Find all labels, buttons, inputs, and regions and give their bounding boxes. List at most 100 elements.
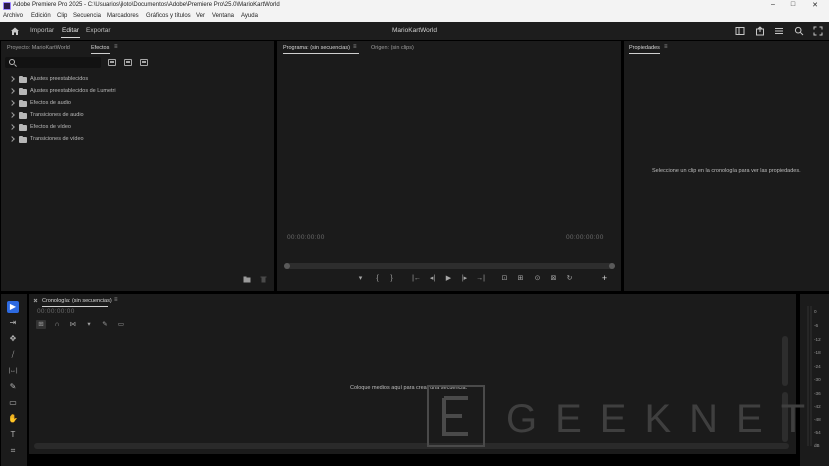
properties-tab-underline [629, 53, 660, 54]
tree-item[interactable]: Transiciones de audio [9, 111, 260, 121]
effects-tab-underline [91, 53, 110, 54]
effects-panel-menu-icon[interactable]: ≡ [114, 44, 118, 50]
snap-icon[interactable]: ∩ [52, 320, 62, 329]
tab-effects[interactable]: Efectos [91, 45, 109, 51]
fullscreen-icon[interactable] [813, 26, 823, 36]
chevron-right-icon[interactable] [9, 100, 15, 106]
tab-properties[interactable]: Propiedades [629, 45, 660, 51]
menu-marcadores[interactable]: Marcadores [107, 13, 139, 19]
yuv-effects-icon[interactable] [140, 59, 148, 66]
close-icon[interactable]: ✕ [808, 1, 822, 9]
menu-ventana[interactable]: Ventana [212, 13, 234, 19]
tree-item-label: Efectos de vídeo [30, 124, 71, 130]
mark-out-icon[interactable]: } [387, 274, 396, 283]
export-frame-icon[interactable]: ⊙ [533, 274, 542, 283]
mark-in-icon[interactable]: { [373, 274, 382, 283]
search-icon [9, 59, 15, 65]
menu-edicion[interactable]: Edición [31, 13, 51, 19]
watermark-text: GEEKNETIC [506, 397, 826, 441]
meter-label: 0 [814, 309, 817, 314]
minimize-icon[interactable]: – [766, 1, 780, 8]
workspace-layout-icon[interactable] [735, 26, 745, 36]
caption-tool-icon[interactable]: ⌗ [7, 445, 19, 457]
workspaces-menu-icon[interactable] [774, 26, 784, 36]
chevron-right-icon[interactable] [9, 124, 15, 130]
menu-archivo[interactable]: Archivo [3, 13, 23, 19]
button-editor-icon[interactable]: + [600, 274, 609, 283]
tab-project[interactable]: Proyecto: MarioKartWorld [7, 45, 70, 51]
chevron-right-icon[interactable] [9, 136, 15, 142]
extract-icon[interactable]: ⊞ [516, 274, 525, 283]
step-forward-icon[interactable]: |▸ [460, 274, 469, 283]
tab-timeline[interactable]: Cronología: (sin secuencias) [42, 298, 112, 304]
tree-item[interactable]: Transiciones de vídeo [9, 135, 260, 145]
project-title: MarioKartWorld [391, 27, 438, 34]
timeline-timecode[interactable]: 00:00:00:00 [37, 308, 75, 315]
effects-search-input[interactable] [5, 57, 101, 68]
program-scrubber[interactable] [284, 263, 615, 269]
menu-ayuda[interactable]: Ayuda [241, 13, 258, 19]
loop-icon[interactable]: ↻ [565, 274, 574, 283]
chevron-right-icon[interactable] [9, 76, 15, 82]
folder-icon [19, 76, 27, 83]
search-icon[interactable] [794, 26, 804, 36]
menu-ver[interactable]: Ver [196, 13, 205, 19]
add-marker-icon[interactable]: ▾ [356, 274, 365, 283]
timeline-tab-underline [42, 306, 108, 307]
tree-item-label: Transiciones de vídeo [30, 136, 84, 142]
chevron-right-icon[interactable] [9, 88, 15, 94]
new-bin-icon[interactable] [243, 276, 251, 283]
rectangle-tool-icon[interactable]: ▭ [7, 397, 19, 409]
playhead-timecode[interactable]: 00:00:00:00 [287, 234, 325, 241]
tree-item[interactable]: Ajustes preestablecidos [9, 75, 260, 85]
selection-tool-icon[interactable]: ▶ [7, 301, 19, 313]
tab-source[interactable]: Origen: (sin clips) [371, 45, 414, 51]
hand-tool-icon[interactable]: ✋ [7, 413, 19, 425]
properties-panel: Propiedades ≡ [624, 41, 829, 291]
maximize-icon[interactable]: □ [786, 1, 800, 8]
program-menu-icon[interactable]: ≡ [353, 44, 357, 50]
menu-graficos[interactable]: Gráficos y títulos [146, 13, 191, 19]
properties-empty-message: Seleccione un clip en la cronología para… [652, 168, 801, 174]
tree-item[interactable]: Efectos de audio [9, 99, 260, 109]
type-tool-icon[interactable]: T [7, 429, 19, 441]
folder-icon [19, 124, 27, 131]
folder-icon [19, 88, 27, 95]
razor-tool-icon[interactable]: ⧸ [7, 349, 19, 361]
add-marker-icon[interactable]: ▾ [84, 320, 94, 329]
comparison-view-icon[interactable]: ⊠ [549, 274, 558, 283]
tree-item[interactable]: Ajustes preestablecidos de Lumetri [9, 87, 260, 97]
tab-program[interactable]: Programa: (sin secuencias) [283, 45, 350, 51]
tree-item-label: Ajustes preestablecidos de Lumetri [30, 88, 116, 94]
geeknetic-watermark: GEEKNETIC [427, 385, 826, 447]
trash-icon[interactable] [260, 276, 267, 283]
close-tab-icon[interactable] [33, 298, 38, 303]
pen-tool-icon[interactable]: ✎ [7, 381, 19, 393]
program-tab-underline [283, 53, 359, 54]
ripple-edit-tool-icon[interactable]: ✥ [7, 333, 19, 345]
32bit-effects-icon[interactable] [124, 59, 132, 66]
timeline-menu-icon[interactable]: ≡ [114, 297, 118, 303]
menu-secuencia[interactable]: Secuencia [73, 13, 101, 19]
timeline-vertical-scrollbar-top[interactable] [782, 336, 788, 386]
lift-icon[interactable]: ⊡ [500, 274, 509, 283]
accelerated-effects-icon[interactable] [108, 59, 116, 66]
meter-label: -6 [814, 323, 819, 328]
play-icon[interactable]: ▶ [444, 274, 453, 283]
go-to-in-icon[interactable]: |← [412, 274, 421, 283]
properties-menu-icon[interactable]: ≡ [664, 44, 668, 50]
share-icon[interactable] [755, 26, 765, 36]
track-select-tool-icon[interactable]: ⇥ [7, 317, 19, 329]
go-to-out-icon[interactable]: →| [476, 274, 485, 283]
nest-sequence-icon[interactable]: ⊞ [36, 320, 46, 329]
settings-wrench-icon[interactable]: ✎ [100, 320, 110, 329]
folder-icon [19, 112, 27, 119]
chevron-right-icon[interactable] [9, 112, 15, 118]
menu-clip[interactable]: Clip [57, 13, 67, 19]
linked-selection-icon[interactable]: ⋈ [68, 320, 78, 329]
captions-icon[interactable]: ▭ [116, 320, 126, 329]
tree-item[interactable]: Efectos de vídeo [9, 123, 260, 133]
menu-bar: Archivo Edición Clip Secuencia Marcadore… [0, 12, 829, 22]
slip-tool-icon[interactable]: |↔| [7, 365, 19, 377]
step-back-icon[interactable]: ◂| [428, 274, 437, 283]
